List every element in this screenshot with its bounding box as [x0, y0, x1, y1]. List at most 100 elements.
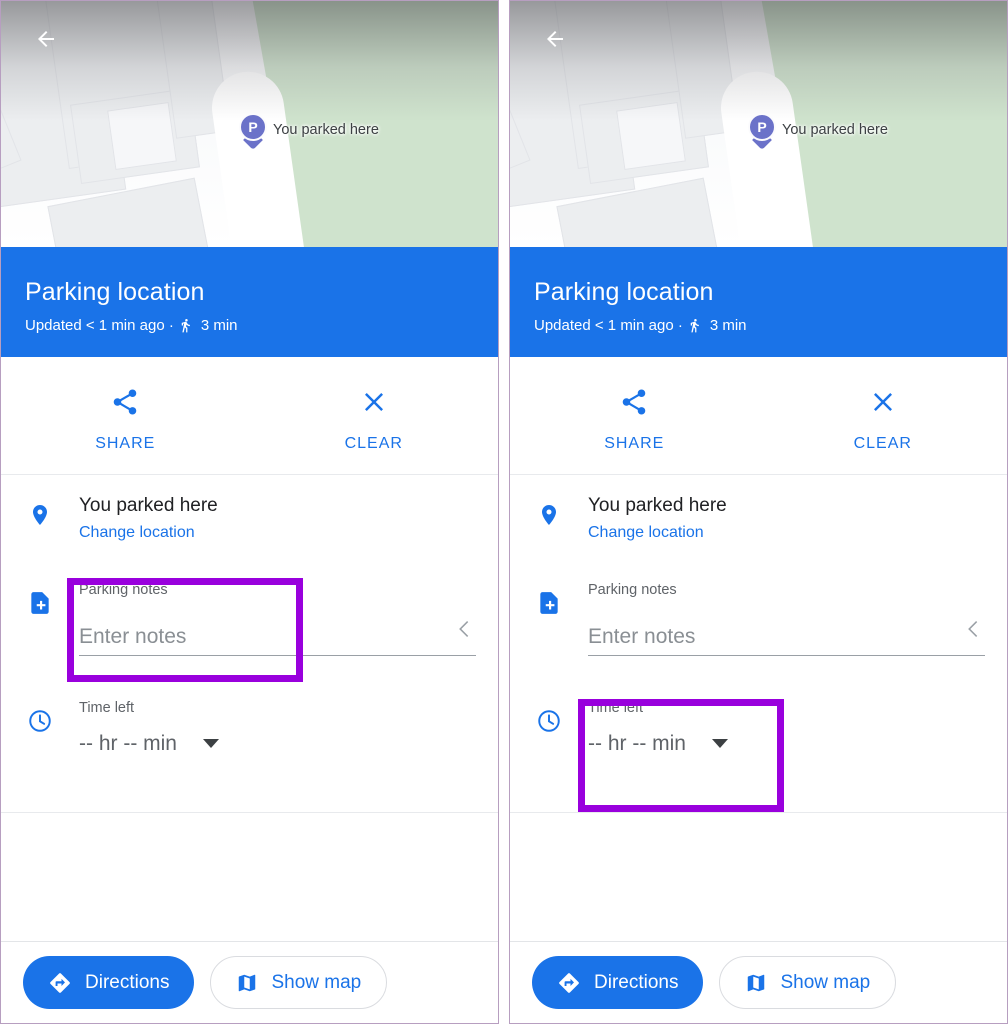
parking-pin-marker[interactable]: P You parked here [239, 113, 379, 151]
show-map-button[interactable]: Show map [210, 956, 388, 1009]
change-location-link[interactable]: Change location [588, 524, 985, 542]
share-button[interactable]: SHARE [510, 357, 759, 474]
close-x-icon [364, 392, 383, 411]
parking-notes-label: Parking notes [79, 581, 168, 598]
location-title: You parked here [588, 495, 727, 516]
map-preview[interactable]: P You parked here [1, 1, 498, 247]
action-row: SHARE CLEAR [510, 357, 1007, 475]
location-pin-icon [510, 494, 588, 542]
list-bottom-divider [1, 812, 498, 813]
back-button[interactable] [536, 24, 574, 54]
time-left-field[interactable]: Time left -- hr -- min [588, 700, 985, 756]
bottom-action-bar: Directions Show map [510, 941, 1007, 1023]
walk-time: 3 min [709, 316, 747, 334]
time-left-select[interactable]: -- hr -- min [588, 732, 985, 756]
directions-button[interactable]: Directions [532, 956, 704, 1009]
updated-text: Updated < 1 min ago · [534, 316, 683, 334]
pin-letter: P [757, 119, 767, 135]
time-left-value: -- hr -- min [588, 731, 686, 755]
header-subtitle: Updated < 1 min ago · 3 min [25, 316, 498, 335]
share-label: SHARE [604, 434, 665, 452]
bottom-action-bar: Directions Show map [1, 941, 498, 1023]
back-arrow-icon [547, 31, 563, 47]
pin-label: You parked here [782, 122, 888, 138]
close-x-icon [873, 392, 892, 411]
chevron-left-icon[interactable] [963, 616, 985, 649]
screen-left: P You parked here Parking location Updat… [0, 0, 499, 1024]
time-left-row[interactable]: Time left -- hr -- min [510, 676, 1007, 782]
parking-notes-placeholder: Enter notes [79, 624, 187, 648]
share-icon [114, 389, 137, 414]
parking-notes-body: Parking notes Enter notes [79, 582, 498, 656]
parking-notes-placeholder: Enter notes [588, 624, 696, 648]
parking-notes-field[interactable]: Parking notes Enter notes [588, 582, 985, 656]
map-preview[interactable]: P You parked here [510, 1, 1007, 247]
parking-notes-label: Parking notes [588, 581, 677, 598]
parking-notes-row[interactable]: Parking notes Enter notes [1, 558, 498, 676]
share-button[interactable]: SHARE [1, 357, 250, 474]
parking-notes-input[interactable]: Enter notes [79, 616, 476, 656]
time-left-field[interactable]: Time left -- hr -- min [79, 700, 476, 756]
pin-label: You parked here [273, 122, 379, 138]
show-map-button[interactable]: Show map [719, 956, 897, 1009]
show-map-label: Show map [271, 971, 362, 993]
back-button[interactable] [27, 24, 65, 54]
time-left-body: Time left -- hr -- min [588, 700, 1007, 756]
location-row[interactable]: You parked here Change location [510, 476, 1007, 558]
parking-notes-body: Parking notes Enter notes [588, 582, 1007, 656]
details-list: You parked here Change location Parking … [1, 476, 498, 813]
map-folded-icon [748, 974, 765, 991]
map-building [107, 101, 177, 171]
walk-time: 3 min [200, 316, 238, 334]
change-location-link[interactable]: Change location [79, 524, 476, 542]
time-left-select[interactable]: -- hr -- min [79, 732, 476, 756]
caret-down-icon[interactable] [712, 739, 728, 749]
note-add-icon [1, 582, 79, 656]
header-subtitle: Updated < 1 min ago · 3 min [534, 316, 1007, 335]
clock-icon [1, 700, 79, 756]
time-left-label: Time left [588, 699, 644, 716]
directions-label: Directions [594, 971, 679, 993]
chevron-left-icon[interactable] [454, 616, 476, 649]
pin-shape: P [748, 113, 776, 151]
walking-person-icon [687, 316, 702, 335]
map-folded-icon [239, 974, 256, 991]
directions-diamond-icon [50, 972, 70, 993]
screenshot-pair: P You parked here Parking location Updat… [0, 0, 1008, 1024]
parking-notes-row[interactable]: Parking notes Enter notes [510, 558, 1007, 676]
show-map-label: Show map [780, 971, 871, 993]
clear-button[interactable]: CLEAR [250, 357, 499, 474]
walking-person-icon [178, 316, 193, 335]
location-row[interactable]: You parked here Change location [1, 476, 498, 558]
clock-icon [510, 700, 588, 756]
pin-shape: P [239, 113, 267, 151]
location-body: You parked here Change location [588, 494, 1007, 542]
clear-label: CLEAR [344, 434, 403, 452]
clear-button[interactable]: CLEAR [759, 357, 1008, 474]
panel-gap [499, 0, 509, 1024]
time-left-row[interactable]: Time left -- hr -- min [1, 676, 498, 782]
directions-label: Directions [85, 971, 170, 993]
action-row: SHARE CLEAR [1, 357, 498, 475]
parking-header: Parking location Updated < 1 min ago · 3… [1, 247, 498, 357]
share-label: SHARE [95, 434, 156, 452]
caret-down-icon[interactable] [203, 739, 219, 749]
directions-button[interactable]: Directions [23, 956, 195, 1009]
details-list: You parked here Change location Parking … [510, 476, 1007, 813]
pin-letter: P [248, 119, 258, 135]
map-building [616, 101, 686, 171]
updated-text: Updated < 1 min ago · [25, 316, 174, 334]
page-title: Parking location [25, 278, 205, 306]
page-title: Parking location [534, 278, 714, 306]
parking-notes-field[interactable]: Parking notes Enter notes [79, 582, 476, 656]
time-left-value: -- hr -- min [79, 731, 177, 755]
time-left-label: Time left [79, 699, 135, 716]
location-body: You parked here Change location [79, 494, 498, 542]
back-arrow-icon [38, 31, 54, 47]
location-pin-icon [1, 494, 79, 542]
screen-right: P You parked here Parking location Updat… [509, 0, 1008, 1024]
list-bottom-divider [510, 812, 1007, 813]
parking-notes-input[interactable]: Enter notes [588, 616, 985, 656]
parking-pin-marker[interactable]: P You parked here [748, 113, 888, 151]
parking-header: Parking location Updated < 1 min ago · 3… [510, 247, 1007, 357]
